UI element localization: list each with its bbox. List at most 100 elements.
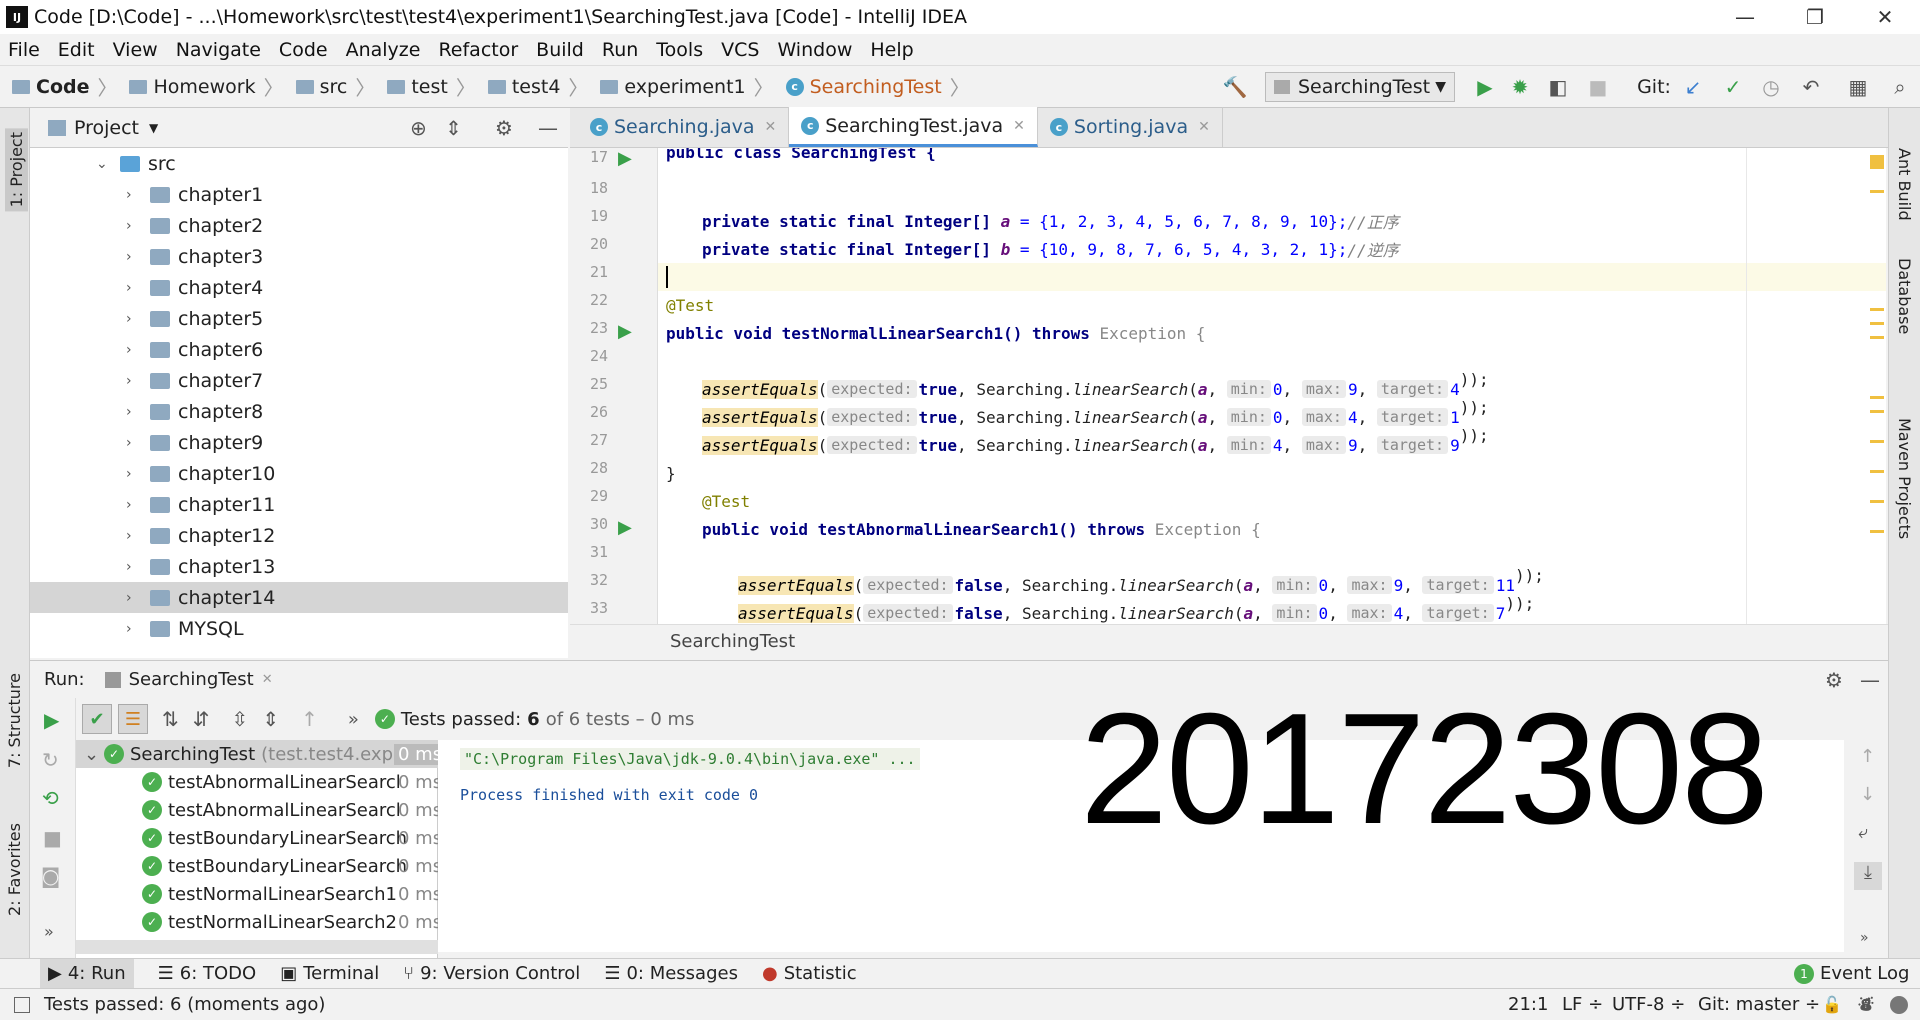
breadcrumb-experiment1[interactable]: experiment1 〉 xyxy=(600,72,774,101)
test-row[interactable]: ✓ testNormalLinearSearch2 0 ms xyxy=(76,908,438,936)
error-stripe-marker[interactable] xyxy=(1870,308,1884,311)
git-update-icon[interactable]: ↙ xyxy=(1678,66,1708,108)
tree-item-chapter11[interactable]: › chapter11 xyxy=(30,489,568,520)
error-stripe-marker[interactable] xyxy=(1870,470,1884,473)
favorites-tool-tab[interactable]: 2: Favorites xyxy=(5,823,24,916)
caret-position[interactable]: 21:1 xyxy=(1508,994,1548,1015)
run-tab-searchingtest[interactable]: SearchingTest xyxy=(129,669,254,690)
tree-item-chapter12[interactable]: › chapter12 xyxy=(30,520,568,551)
error-stripe-marker[interactable] xyxy=(1870,322,1884,325)
lock-icon[interactable]: 🔓 xyxy=(1822,995,1842,1014)
run-icon[interactable]: ▶ xyxy=(1470,66,1500,108)
breadcrumb-homework[interactable]: Homework 〉 xyxy=(129,72,284,101)
scroll-to-end-icon[interactable]: ⤓ xyxy=(1854,862,1882,890)
menu-code[interactable]: Code xyxy=(279,39,328,61)
test-row[interactable]: ✓ testNormalLinearSearch1 0 ms xyxy=(76,880,438,908)
error-stripe-marker[interactable] xyxy=(1870,396,1884,399)
restore-button[interactable]: ❐ xyxy=(1780,0,1850,34)
menu-edit[interactable]: Edit xyxy=(58,39,95,61)
tab-sorting-java[interactable]: c Sorting.java ✕ xyxy=(1038,107,1223,147)
test-row[interactable]: ✓ testAbnormalLinearSearcl 0 ms xyxy=(76,796,438,824)
tree-item-chapter14[interactable]: › chapter14 xyxy=(30,582,568,613)
gear-icon[interactable]: ⚙ xyxy=(495,116,513,140)
more-icon[interactable]: » xyxy=(44,922,54,941)
collapse-all-icon[interactable]: ⇕ xyxy=(262,707,279,731)
run-test-gutter-icon[interactable]: ▶ xyxy=(618,517,632,538)
breadcrumb-test4[interactable]: test4 〉 xyxy=(487,72,588,101)
error-stripe-marker[interactable] xyxy=(1870,336,1884,339)
close-icon[interactable]: ✕ xyxy=(765,119,777,135)
project-structure-icon[interactable]: ▦ xyxy=(1843,66,1873,108)
hide-icon[interactable]: — xyxy=(1860,668,1880,692)
sort-duration-icon[interactable]: ⇵ xyxy=(193,707,210,731)
previous-failed-icon[interactable]: ↑ xyxy=(301,707,318,731)
tab-searchingtest-java[interactable]: c SearchingTest.java ✕ xyxy=(789,107,1038,147)
close-icon[interactable]: ✕ xyxy=(1198,119,1210,135)
menu-help[interactable]: Help xyxy=(870,39,913,61)
tree-item-chapter10[interactable]: › chapter10 xyxy=(30,458,568,489)
tool-run-tab[interactable]: ▶ 4: Run xyxy=(40,958,134,989)
stop-icon[interactable]: ■ xyxy=(43,826,62,850)
error-stripe-marker[interactable] xyxy=(1870,410,1884,413)
tool-messages-tab[interactable]: ☰ 0: Messages xyxy=(604,963,738,984)
close-icon[interactable]: ✕ xyxy=(262,672,273,687)
test-row[interactable]: ✓ testAbnormalLinearSearcl 0 ms xyxy=(76,768,438,796)
tree-item-chapter3[interactable]: › chapter3 xyxy=(30,241,568,272)
inspector-icon[interactable]: ⛇ xyxy=(1858,993,1874,1016)
tree-item-chapter2[interactable]: › chapter2 xyxy=(30,210,568,241)
menu-analyze[interactable]: Analyze xyxy=(346,39,421,61)
tree-item-chapter4[interactable]: › chapter4 xyxy=(30,272,568,303)
more-icon[interactable]: » xyxy=(348,709,359,730)
breadcrumb-code[interactable]: Code 〉 xyxy=(12,72,117,101)
tree-item-chapter1[interactable]: › chapter1 xyxy=(30,179,568,210)
horizontal-scrollbar[interactable] xyxy=(76,940,438,954)
warning-marker-icon[interactable] xyxy=(1870,155,1884,169)
menu-view[interactable]: View xyxy=(113,39,158,61)
run-configuration-select[interactable]: SearchingTest ▼ xyxy=(1265,72,1455,102)
tree-item-chapter6[interactable]: › chapter6 xyxy=(30,334,568,365)
toggle-autotest-icon[interactable]: ⟲ xyxy=(42,786,59,810)
collapse-icon[interactable]: ⇕ xyxy=(445,116,462,140)
tool-terminal-tab[interactable]: ▣ Terminal xyxy=(280,963,379,984)
test-suite-row[interactable]: ⌄ ✓ SearchingTest (test.test4.expe 0 ms xyxy=(76,740,438,768)
more-icon[interactable]: » xyxy=(1860,930,1869,946)
tab-searching-java[interactable]: c Searching.java ✕ xyxy=(578,107,790,147)
menu-navigate[interactable]: Navigate xyxy=(176,39,261,61)
tree-item-src[interactable]: ⌄ src xyxy=(30,148,568,179)
menu-refactor[interactable]: Refactor xyxy=(438,39,518,61)
tree-item-mysql[interactable]: › MYSQL xyxy=(30,613,568,644)
line-separator[interactable]: LF ÷ xyxy=(1562,994,1603,1015)
show-ignored-icon[interactable]: ☰ xyxy=(118,704,148,734)
minimize-button[interactable]: — xyxy=(1710,0,1780,34)
history-icon[interactable]: ◷ xyxy=(1756,66,1786,108)
debug-icon[interactable]: ✹ xyxy=(1505,66,1535,108)
coverage-icon[interactable]: ◧ xyxy=(1543,66,1573,108)
project-title[interactable]: Project xyxy=(74,117,139,139)
breadcrumb-src[interactable]: src 〉 xyxy=(295,72,375,101)
tool-statistic-tab[interactable]: ● Statistic xyxy=(762,963,857,984)
memory-indicator-icon[interactable] xyxy=(1890,995,1908,1014)
down-icon[interactable]: ↓ xyxy=(1860,784,1875,805)
ant-build-tool-tab[interactable]: Ant Build xyxy=(1895,148,1914,221)
maven-tool-tab[interactable]: Maven Projects xyxy=(1895,418,1914,539)
gear-icon[interactable]: ⚙ xyxy=(1825,668,1843,692)
tree-item-chapter13[interactable]: › chapter13 xyxy=(30,551,568,582)
menu-build[interactable]: Build xyxy=(536,39,584,61)
structure-tool-tab[interactable]: 7: Structure xyxy=(5,673,24,768)
code-editor[interactable]: public class SearchingTest { private sta… xyxy=(658,148,1886,624)
show-passed-icon[interactable]: ✔ xyxy=(82,704,112,734)
tree-item-chapter5[interactable]: › chapter5 xyxy=(30,303,568,334)
project-tool-tab[interactable]: 1: Project xyxy=(5,128,28,212)
tree-item-chapter8[interactable]: › chapter8 xyxy=(30,396,568,427)
build-hammer-icon[interactable]: 🔨 xyxy=(1220,66,1250,108)
git-branch[interactable]: Git: master ÷ xyxy=(1698,994,1820,1015)
menu-window[interactable]: Window xyxy=(777,39,852,61)
rerun-icon[interactable]: ▶ xyxy=(44,708,59,732)
error-stripe-marker[interactable] xyxy=(1870,190,1884,193)
camera-icon[interactable]: ◙ xyxy=(41,864,60,888)
menu-vcs[interactable]: VCS xyxy=(721,39,759,61)
expand-all-icon[interactable]: ⇳ xyxy=(232,707,249,731)
sort-alpha-icon[interactable]: ⇅ xyxy=(162,707,179,731)
menu-run[interactable]: Run xyxy=(602,39,638,61)
breadcrumb-test[interactable]: test 〉 xyxy=(387,72,476,101)
